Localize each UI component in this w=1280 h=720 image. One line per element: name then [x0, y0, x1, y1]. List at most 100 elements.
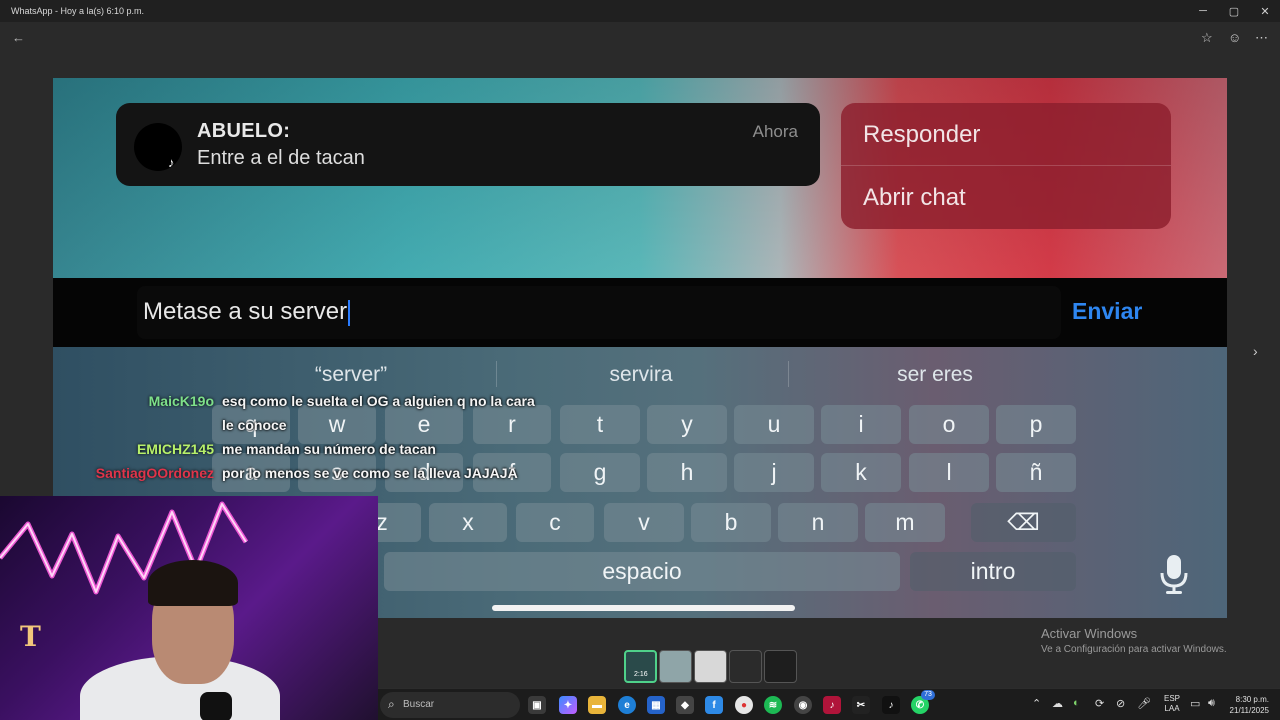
tiktok-icon[interactable]: ♪: [882, 696, 900, 714]
tiktok-icon: ♪: [168, 155, 175, 170]
window-title: WhatsApp - Hoy a la(s) 6:10 p.m.: [11, 6, 145, 16]
thumbnail[interactable]: [764, 650, 797, 683]
clock[interactable]: 8:30 p.m. 21/11/2025: [1229, 694, 1269, 716]
chat-username: SantiagOOrdonez: [95, 465, 214, 481]
send-button[interactable]: Enviar: [1072, 298, 1142, 325]
sync-icon[interactable]: ⟳: [1095, 697, 1104, 710]
cloud-icon[interactable]: ☁: [1052, 697, 1063, 710]
notification-message: Entre a el de tacan: [197, 147, 365, 169]
reply-action[interactable]: Responder: [863, 121, 980, 149]
app-icon[interactable]: ◆: [676, 696, 694, 714]
key-l[interactable]: l: [909, 453, 989, 492]
backspace-key[interactable]: ⌫: [971, 503, 1076, 542]
key-p[interactable]: p: [996, 405, 1076, 444]
divider: [788, 361, 789, 387]
suggestion-2[interactable]: servira: [501, 363, 781, 387]
chat-message: por lo menos se ve como se la lleva JAJA…: [222, 465, 518, 481]
enter-key[interactable]: intro: [910, 552, 1076, 591]
next-media-icon[interactable]: ›: [1253, 343, 1258, 359]
divider: [496, 361, 497, 387]
key-w[interactable]: w: [298, 405, 376, 444]
file-explorer-icon[interactable]: ▬: [588, 696, 606, 714]
notification-time: Ahora: [752, 122, 798, 141]
whatsapp-badge: 73: [921, 690, 935, 700]
key-i[interactable]: i: [821, 405, 901, 444]
edge-icon[interactable]: e: [618, 696, 636, 714]
minimize-button[interactable]: ─: [1187, 0, 1219, 22]
key-b[interactable]: b: [691, 503, 771, 542]
watermark-title: Activar Windows: [1041, 626, 1138, 641]
thumbnail-active[interactable]: 2:16: [624, 650, 657, 683]
back-arrow-icon[interactable]: ←: [12, 30, 25, 45]
task-view-icon[interactable]: ▣: [528, 696, 546, 714]
obs-icon[interactable]: ◉: [794, 696, 812, 714]
thumbnail-duration: 2:16: [634, 671, 648, 678]
microphone-icon[interactable]: [1159, 553, 1189, 595]
reply-bar: Metase a su server Enviar: [53, 278, 1227, 347]
key-j[interactable]: j: [734, 453, 814, 492]
divider: [841, 165, 1171, 166]
close-button[interactable]: ✕: [1249, 0, 1280, 22]
streamer-logo: T: [20, 620, 41, 653]
search-icon: ⌕: [388, 697, 395, 711]
reply-text: Metase a su server: [143, 298, 348, 325]
language-code: ESP: [1164, 694, 1181, 703]
facebook-icon[interactable]: f: [705, 696, 723, 714]
key-y[interactable]: y: [647, 405, 727, 444]
chat-username: MaicK19o: [148, 393, 214, 409]
space-key[interactable]: espacio: [384, 552, 900, 591]
display-icon[interactable]: ▭: [1190, 697, 1200, 710]
suggestion-1[interactable]: “server”: [211, 363, 491, 387]
title-bar: WhatsApp - Hoy a la(s) 6:10 p.m. ─ ▢ ✕: [0, 0, 1280, 22]
volume-icon[interactable]: 🔊︎: [1208, 697, 1215, 710]
key-m[interactable]: m: [865, 503, 945, 542]
reply-input[interactable]: Metase a su server: [137, 286, 1061, 339]
key-t[interactable]: t: [560, 405, 640, 444]
key-r[interactable]: r: [473, 405, 551, 444]
capcut-icon[interactable]: ✂: [852, 696, 870, 714]
emoji-react-icon[interactable]: ☺: [1228, 30, 1241, 45]
key-n[interactable]: n: [778, 503, 858, 542]
thumbnail[interactable]: [694, 650, 727, 683]
key-h[interactable]: h: [647, 453, 727, 492]
thumbnail[interactable]: [729, 650, 762, 683]
more-options-icon[interactable]: ⋯: [1255, 30, 1268, 46]
store-icon[interactable]: ▦: [647, 696, 665, 714]
spotify-icon[interactable]: ≋: [764, 696, 782, 714]
language-indicator[interactable]: ESP LAA: [1164, 694, 1180, 714]
text-cursor: [348, 299, 351, 326]
search-placeholder: Buscar: [403, 699, 435, 710]
chevron-up-icon[interactable]: ⌃: [1032, 697, 1041, 710]
key-u[interactable]: u: [734, 405, 814, 444]
key-c[interactable]: c: [516, 503, 594, 542]
key-x[interactable]: x: [429, 503, 507, 542]
key-enye[interactable]: ñ: [996, 453, 1076, 492]
watermark-subtitle: Ve a Configuración para activar Windows.: [1041, 644, 1227, 655]
key-v[interactable]: v: [604, 503, 684, 542]
maximize-button[interactable]: ▢: [1218, 0, 1250, 22]
taskbar-search[interactable]: ⌕ Buscar: [380, 692, 520, 718]
copilot-icon[interactable]: ✦: [559, 696, 577, 714]
app-icon[interactable]: ♪: [823, 696, 841, 714]
webcam-overlay: T: [0, 496, 378, 720]
thumbnail[interactable]: [659, 650, 692, 683]
streamer-hair: [148, 560, 238, 606]
open-chat-action[interactable]: Abrir chat: [863, 184, 966, 212]
chat-message: le conoce: [222, 417, 287, 433]
app-tray-icon[interactable]: ◐: [1073, 697, 1080, 709]
notification-sender: ABUELO:: [197, 120, 291, 142]
star-icon[interactable]: ☆: [1201, 30, 1213, 46]
microphone: [200, 692, 232, 720]
network-icon[interactable]: ⊘: [1116, 697, 1125, 710]
key-g[interactable]: g: [560, 453, 640, 492]
chat-username: EMICHZ145: [136, 441, 214, 457]
chrome-icon[interactable]: ●: [735, 696, 753, 714]
home-indicator: [492, 605, 795, 611]
key-e[interactable]: e: [385, 405, 463, 444]
chat-message: me mandan su número de tacan: [222, 441, 436, 457]
key-o[interactable]: o: [909, 405, 989, 444]
microphone-icon[interactable]: 🎤︎: [1137, 697, 1151, 710]
key-k[interactable]: k: [821, 453, 901, 492]
suggestion-3[interactable]: ser eres: [795, 363, 1075, 387]
notification-card[interactable]: ♪ ABUELO: Entre a el de tacan Ahora: [116, 103, 820, 186]
